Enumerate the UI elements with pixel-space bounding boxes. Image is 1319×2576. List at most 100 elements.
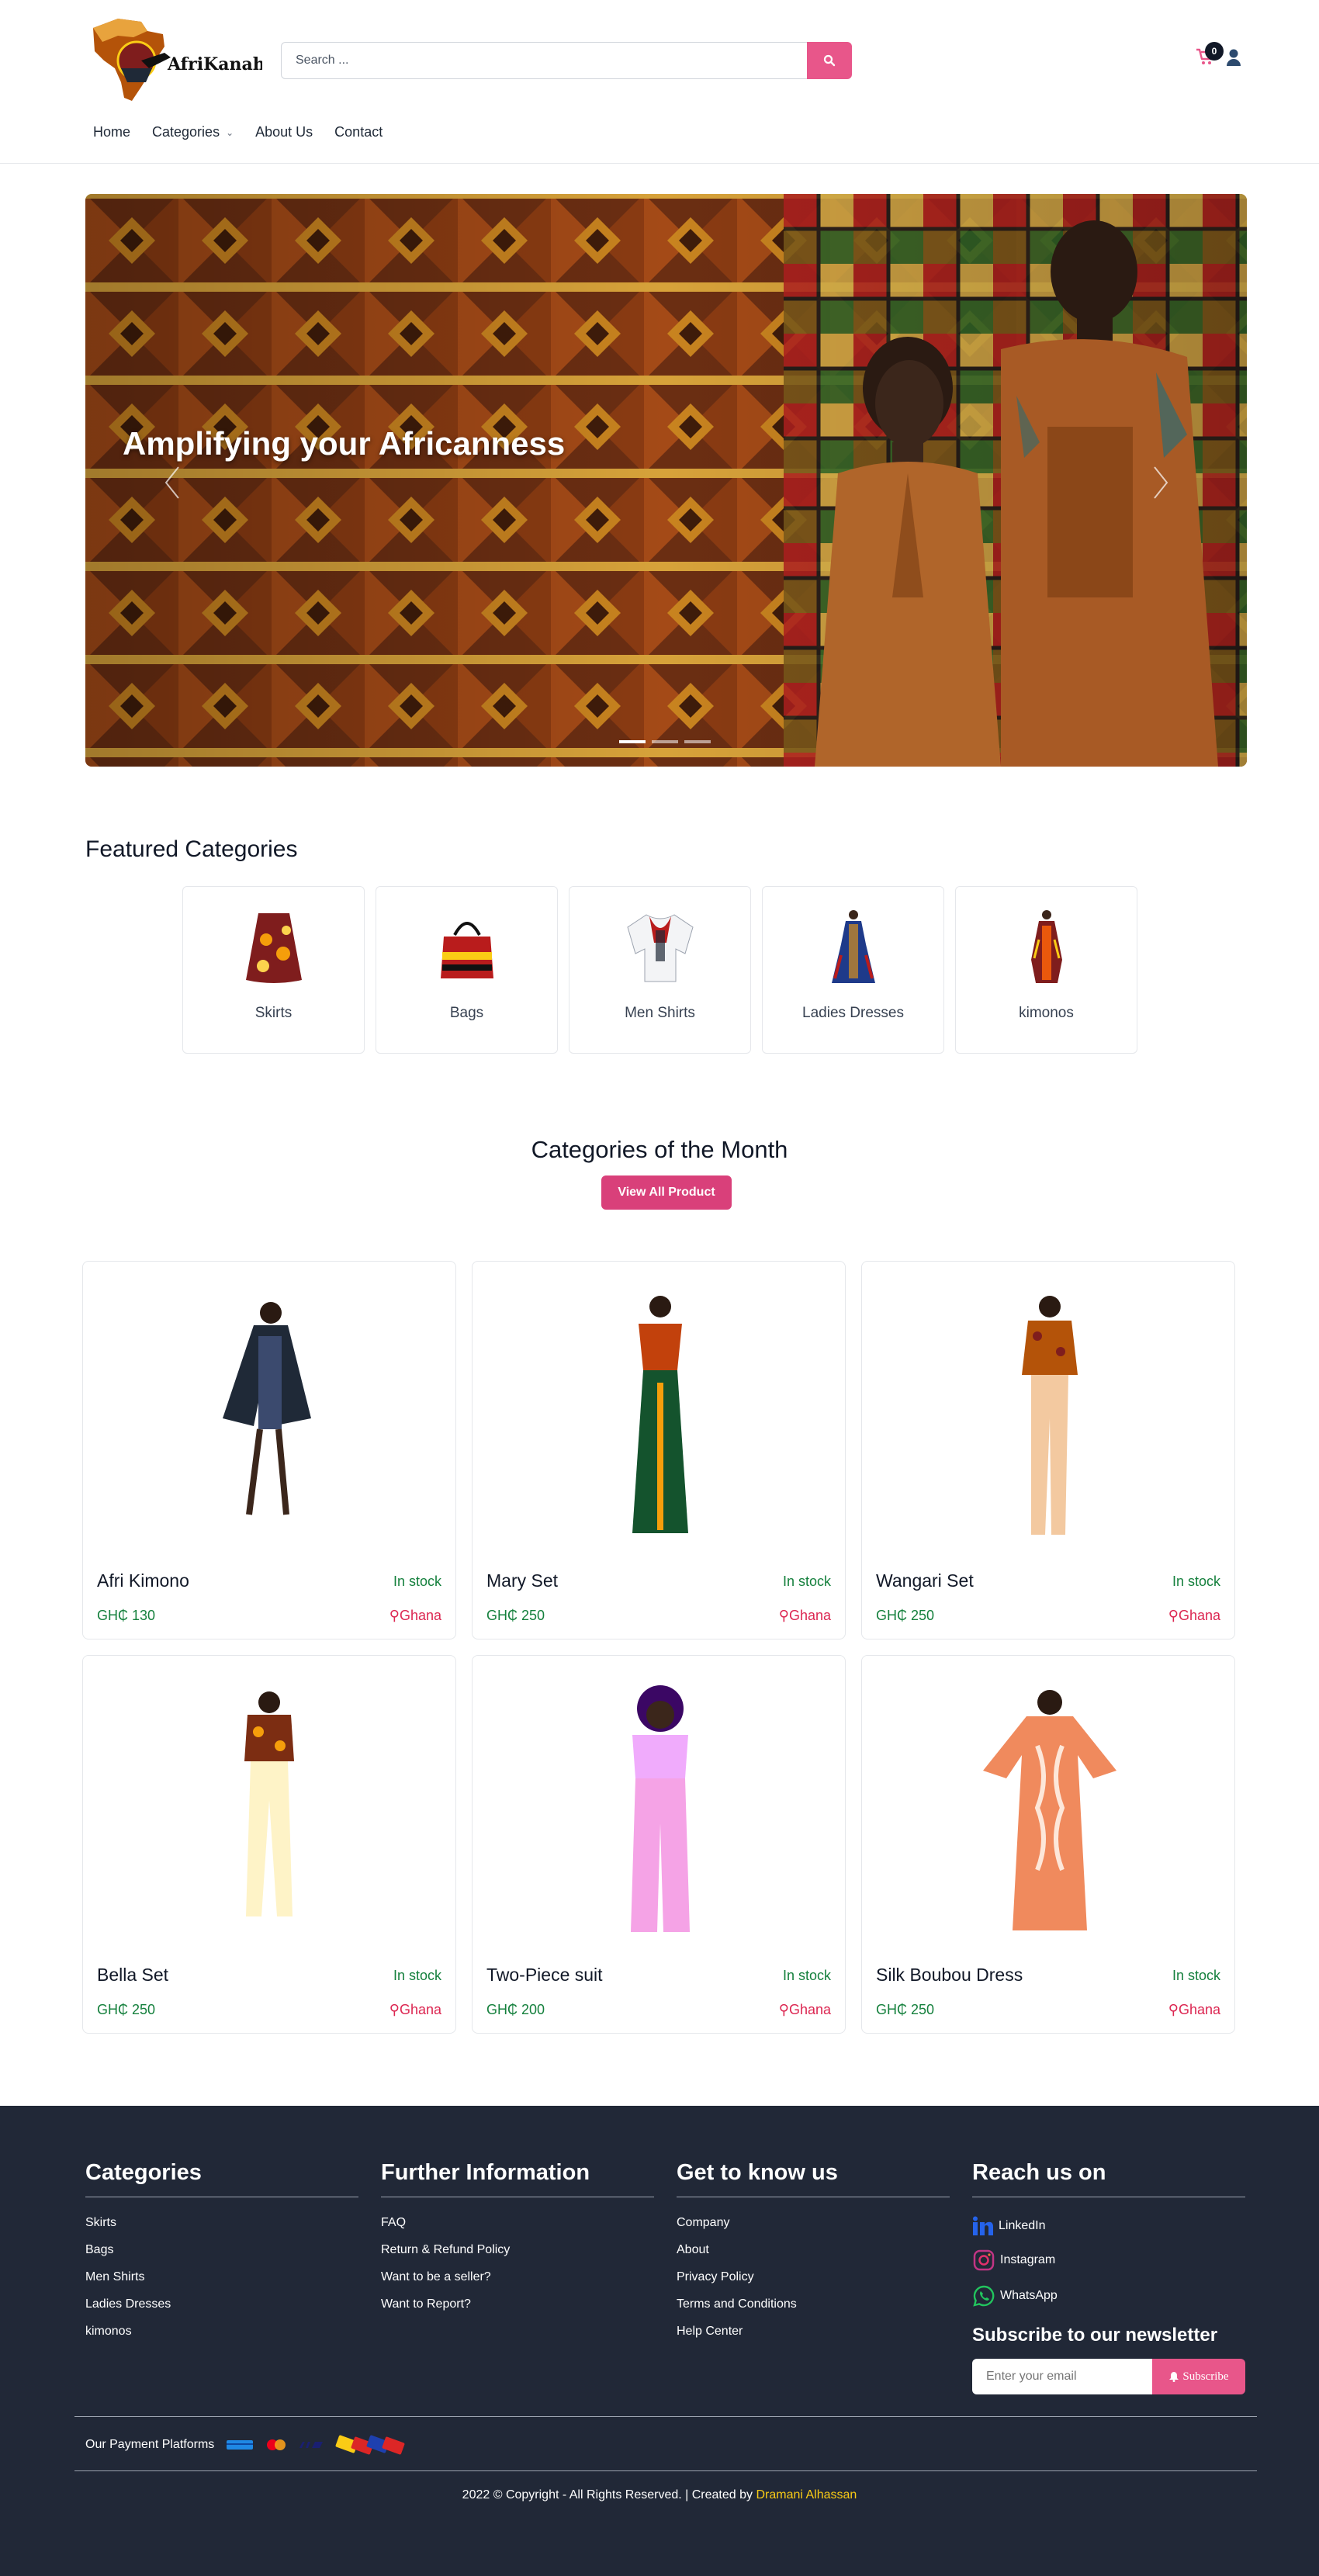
product-location: ⚲Ghana <box>779 2002 831 2018</box>
product-location: ⚲Ghana <box>779 1608 831 1624</box>
search-icon <box>823 54 836 67</box>
product-card[interactable]: Two-Piece suit In stock GH₵ 200 ⚲Ghana <box>472 1655 846 2034</box>
search-input[interactable] <box>281 42 807 79</box>
carousel-dot-2[interactable] <box>652 740 678 743</box>
social-whatsapp[interactable]: WhatsApp <box>972 2284 1245 2308</box>
copyright-text: 2022 © Copyright - All Rights Reserved. … <box>462 2488 756 2502</box>
category-card-men-shirts[interactable]: Men Shirts <box>569 886 751 1054</box>
category-card-kimonos[interactable]: kimonos <box>955 886 1137 1054</box>
product-price: GH₵ 250 <box>486 1608 545 1623</box>
footer-divider <box>74 2470 1257 2471</box>
footer-link[interactable]: FAQ <box>381 2216 654 2230</box>
product-image <box>983 1690 1116 1930</box>
mastercard-icon <box>267 2439 286 2450</box>
product-card[interactable]: Wangari Set In stock GH₵ 250 ⚲Ghana <box>861 1261 1235 1639</box>
footer-know-us: Get to know us Company About Privacy Pol… <box>677 2160 950 2352</box>
product-location: ⚲Ghana <box>1168 1608 1220 1624</box>
nav-contact[interactable]: Contact <box>334 124 383 140</box>
product-image <box>223 1302 311 1515</box>
subscribe-button[interactable]: Subscribe <box>1152 2359 1245 2394</box>
category-label: Bags <box>449 1005 484 1021</box>
stock-status: In stock <box>1172 1574 1220 1589</box>
category-card-ladies-dresses[interactable]: Ladies Dresses <box>762 886 944 1054</box>
cart-count-badge: 0 <box>1205 42 1224 61</box>
carousel-dot-3[interactable] <box>684 740 711 743</box>
footer-link[interactable]: Want to Report? <box>381 2297 654 2311</box>
carousel-prev-icon[interactable] <box>157 459 188 506</box>
footer-link[interactable]: Company <box>677 2216 950 2230</box>
social-label: Instagram <box>1000 2253 1056 2266</box>
skirt-icon <box>246 913 302 983</box>
kimono-icon <box>1031 910 1062 983</box>
carousel-indicators <box>619 740 711 743</box>
nav-about-label: About Us <box>255 124 313 140</box>
carousel-next-icon[interactable] <box>1145 459 1176 506</box>
social-linkedin[interactable]: LinkedIn <box>972 2216 1245 2236</box>
newsletter-email-input[interactable] <box>972 2359 1152 2394</box>
social-instagram[interactable]: Instagram <box>972 2249 1245 2272</box>
footer-link[interactable]: Return & Refund Policy <box>381 2243 654 2257</box>
product-image <box>1022 1296 1078 1535</box>
product-card[interactable]: Afri Kimono In stock GH₵ 130 ⚲Ghana <box>82 1261 456 1639</box>
newsletter-title: Subscribe to our newsletter <box>972 2325 1218 2346</box>
stock-status: In stock <box>782 1574 831 1589</box>
footer-link[interactable]: Want to be a seller? <box>381 2270 654 2284</box>
nav-categories[interactable]: Categories ⌄ <box>152 124 234 140</box>
subscribe-label: Subscribe <box>1182 2370 1229 2383</box>
product-price: GH₵ 250 <box>876 2002 935 2017</box>
footer-categories-title: Categories <box>85 2160 358 2197</box>
footer-link[interactable]: Help Center <box>677 2325 950 2339</box>
nav-home[interactable]: Home <box>93 124 130 140</box>
category-label: Men Shirts <box>625 1005 695 1021</box>
footer-link[interactable]: Privacy Policy <box>677 2270 950 2284</box>
footer-link[interactable]: kimonos <box>85 2325 358 2339</box>
location-text: Ghana <box>788 2002 831 2017</box>
footer-divider <box>74 2416 1257 2417</box>
location-pin-icon: ⚲ <box>389 1608 400 1623</box>
carousel-dot-1[interactable] <box>619 740 646 743</box>
product-location: ⚲Ghana <box>1168 2002 1220 2018</box>
footer-reach-title: Reach us on <box>972 2160 1245 2197</box>
hero-title: Amplifying your Africanness <box>123 425 566 462</box>
footer-info-title: Further Information <box>381 2160 654 2197</box>
footer-link[interactable]: Ladies Dresses <box>85 2297 358 2311</box>
product-price: GH₵ 250 <box>876 1608 935 1623</box>
linkedin-icon <box>973 2216 993 2235</box>
product-image <box>244 1691 294 1916</box>
bag-icon <box>441 922 493 978</box>
product-name: Silk Boubou Dress <box>876 1965 1023 1985</box>
featured-categories: Skirts Bags Men Shirts Ladies Dresses ki… <box>182 886 1137 1054</box>
product-card[interactable]: Silk Boubou Dress In stock GH₵ 250 ⚲Ghan… <box>861 1655 1235 2034</box>
stock-status: In stock <box>1172 1968 1220 1983</box>
hero-carousel[interactable]: Amplifying your Africanness <box>85 194 1247 767</box>
location-pin-icon: ⚲ <box>1168 2002 1179 2017</box>
footer-link[interactable]: Terms and Conditions <box>677 2297 950 2311</box>
author-link[interactable]: Dramani Alhassan <box>756 2488 857 2502</box>
footer-link[interactable]: Men Shirts <box>85 2270 358 2284</box>
payment-label: Our Payment Platforms <box>85 2438 215 2451</box>
product-name: Mary Set <box>486 1570 559 1591</box>
social-label: LinkedIn <box>999 2219 1046 2232</box>
product-price: GH₵ 130 <box>97 1608 156 1623</box>
product-card[interactable]: Mary Set In stock GH₵ 250 ⚲Ghana <box>472 1261 846 1639</box>
footer-further-info: Further Information FAQ Return & Refund … <box>381 2160 654 2325</box>
header-divider <box>0 163 1319 164</box>
location-text: Ghana <box>399 2002 441 2017</box>
view-all-products-button[interactable]: View All Product <box>601 1175 732 1210</box>
afrikanah-logo[interactable]: AfriKanah <box>87 14 262 106</box>
location-text: Ghana <box>399 1608 441 1623</box>
footer-link[interactable]: Skirts <box>85 2216 358 2230</box>
product-card[interactable]: Bella Set In stock GH₵ 250 ⚲Ghana <box>82 1655 456 2034</box>
category-label: Skirts <box>254 1005 293 1021</box>
nav-about[interactable]: About Us <box>255 124 313 140</box>
mobile-money-icon <box>335 2435 405 2455</box>
stock-status: In stock <box>782 1968 831 1983</box>
footer-link[interactable]: About <box>677 2243 950 2257</box>
footer-link[interactable]: Bags <box>85 2243 358 2257</box>
search-bar <box>281 42 852 79</box>
search-button[interactable] <box>807 42 852 79</box>
category-card-bags[interactable]: Bags <box>376 886 558 1054</box>
user-icon[interactable] <box>1226 48 1241 67</box>
category-card-skirts[interactable]: Skirts <box>182 886 365 1054</box>
footer-categories: Categories Skirts Bags Men Shirts Ladies… <box>85 2160 358 2352</box>
